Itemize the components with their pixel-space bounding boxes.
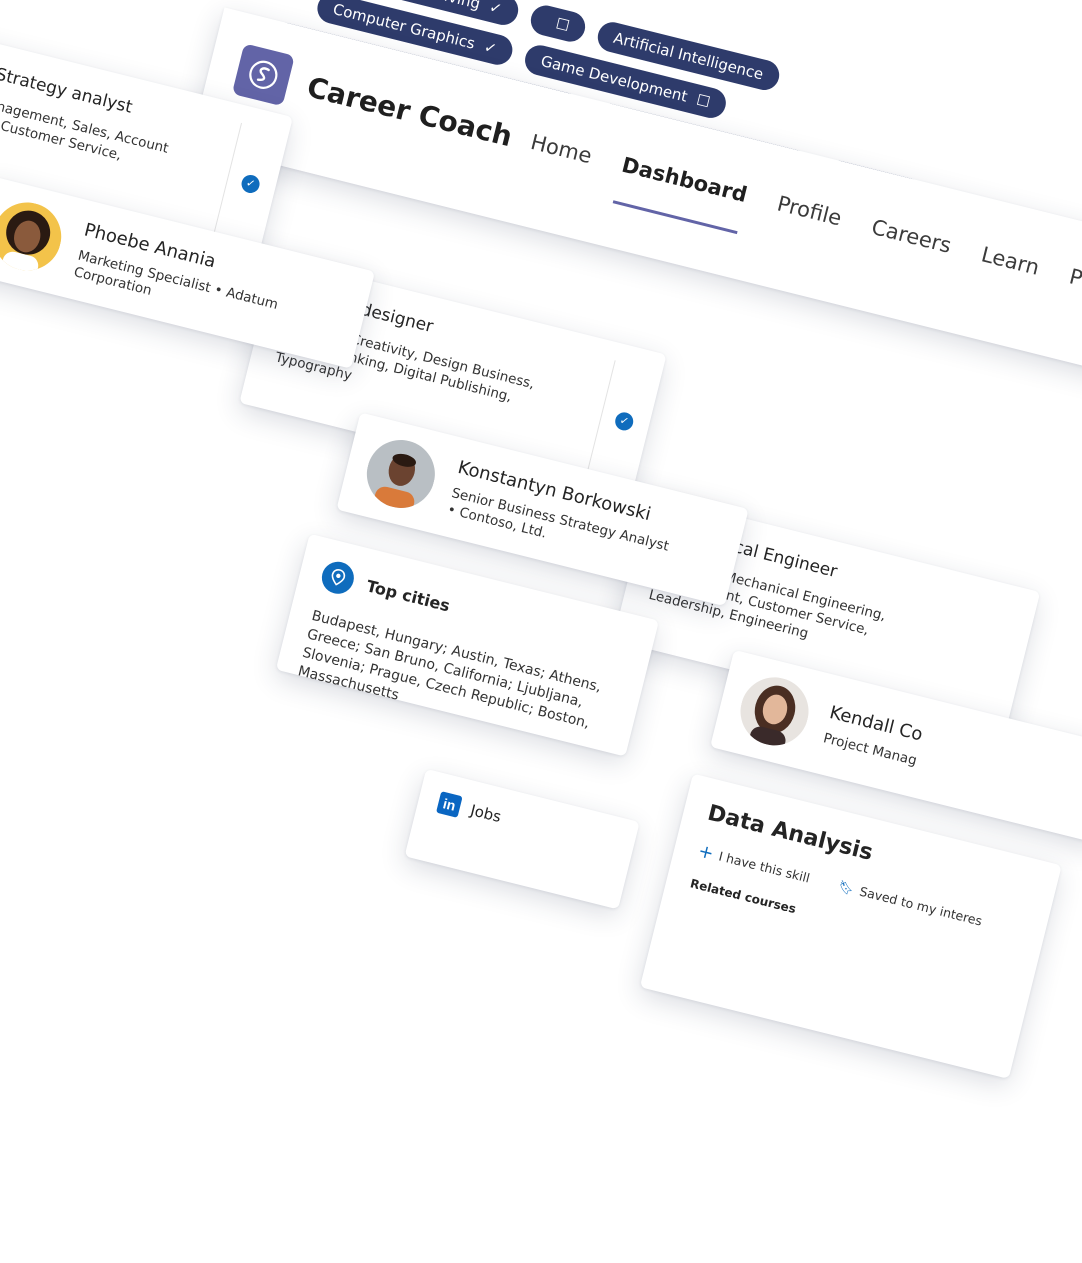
- location-icon: [318, 558, 358, 598]
- bookmark-icon: ☐: [553, 14, 572, 36]
- avatar: [359, 432, 443, 516]
- skill-detail-card: Data Analysis + I have this skill 🔖︎ Sav…: [639, 773, 1062, 1079]
- app-logo-icon[interactable]: [231, 43, 295, 107]
- have-skill-label: I have this skill: [717, 848, 812, 886]
- jobs-card[interactable]: in Jobs: [404, 768, 640, 910]
- nav-profile[interactable]: Profile: [775, 191, 844, 230]
- card-title: Top cities: [364, 575, 453, 615]
- nav-careers[interactable]: Careers: [869, 215, 954, 258]
- bookmark-icon: 🔖︎: [836, 877, 856, 897]
- nav-home[interactable]: Home: [528, 130, 594, 168]
- avatar: [733, 670, 816, 753]
- skill-pill[interactable]: ☐: [527, 2, 589, 45]
- nav-people[interactable]: People: [1067, 264, 1082, 304]
- avatar: [0, 195, 69, 278]
- plus-icon: +: [696, 840, 716, 865]
- jobs-label: Jobs: [468, 801, 503, 827]
- bookmark-icon: ☐: [694, 90, 713, 112]
- dashboard-collage: Problem Solving✓☐Artificial Intelligence…: [0, 0, 1082, 1263]
- app-title: Career Coach: [303, 70, 516, 154]
- check-icon: ✓: [482, 37, 499, 59]
- check-icon: ✓: [487, 0, 505, 19]
- linkedin-icon: in: [436, 791, 463, 818]
- nav-dashboard[interactable]: Dashboard: [619, 153, 749, 207]
- nav-learn[interactable]: Learn: [979, 242, 1042, 279]
- check-icon[interactable]: ✓: [239, 173, 262, 195]
- check-icon[interactable]: ✓: [613, 410, 636, 433]
